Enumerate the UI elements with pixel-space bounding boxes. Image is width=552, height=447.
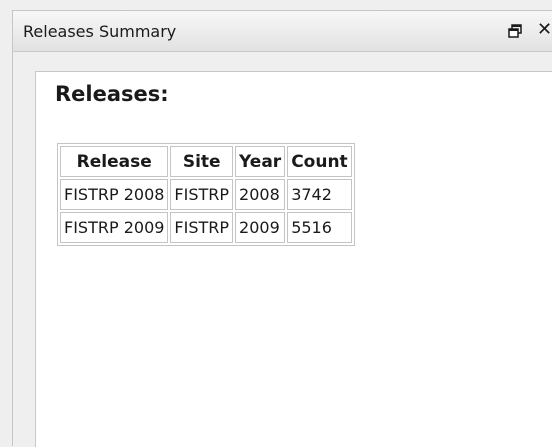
restore-window-icon[interactable] <box>508 23 522 38</box>
cell-year: 2008 <box>235 179 286 210</box>
column-header-release: Release <box>60 146 169 177</box>
table-row: FISTRP 2009 FISTRP 2009 5516 <box>60 212 352 243</box>
column-header-year: Year <box>235 146 286 177</box>
cell-release: FISTRP 2009 <box>60 212 169 243</box>
cell-count: 3742 <box>287 179 352 210</box>
panel-content: Releases: Release Site Year Count FISTRP… <box>35 71 552 447</box>
table-row: FISTRP 2008 FISTRP 2008 3742 <box>60 179 352 210</box>
table-header-row: Release Site Year Count <box>60 146 352 177</box>
releases-summary-panel: Releases Summary ✕ Releases: Release Sit… <box>12 10 552 447</box>
releases-heading: Releases: <box>55 82 169 106</box>
panel-title: Releases Summary <box>23 22 177 41</box>
cell-year: 2009 <box>235 212 286 243</box>
panel-titlebar[interactable]: Releases Summary ✕ <box>13 11 552 52</box>
releases-table: Release Site Year Count FISTRP 2008 FIST… <box>57 143 355 246</box>
cell-count: 5516 <box>287 212 352 243</box>
cell-release: FISTRP 2008 <box>60 179 169 210</box>
column-header-count: Count <box>287 146 352 177</box>
cell-site: FISTRP <box>170 212 234 243</box>
close-icon[interactable]: ✕ <box>537 20 552 40</box>
column-header-site: Site <box>170 146 234 177</box>
cell-site: FISTRP <box>170 179 234 210</box>
